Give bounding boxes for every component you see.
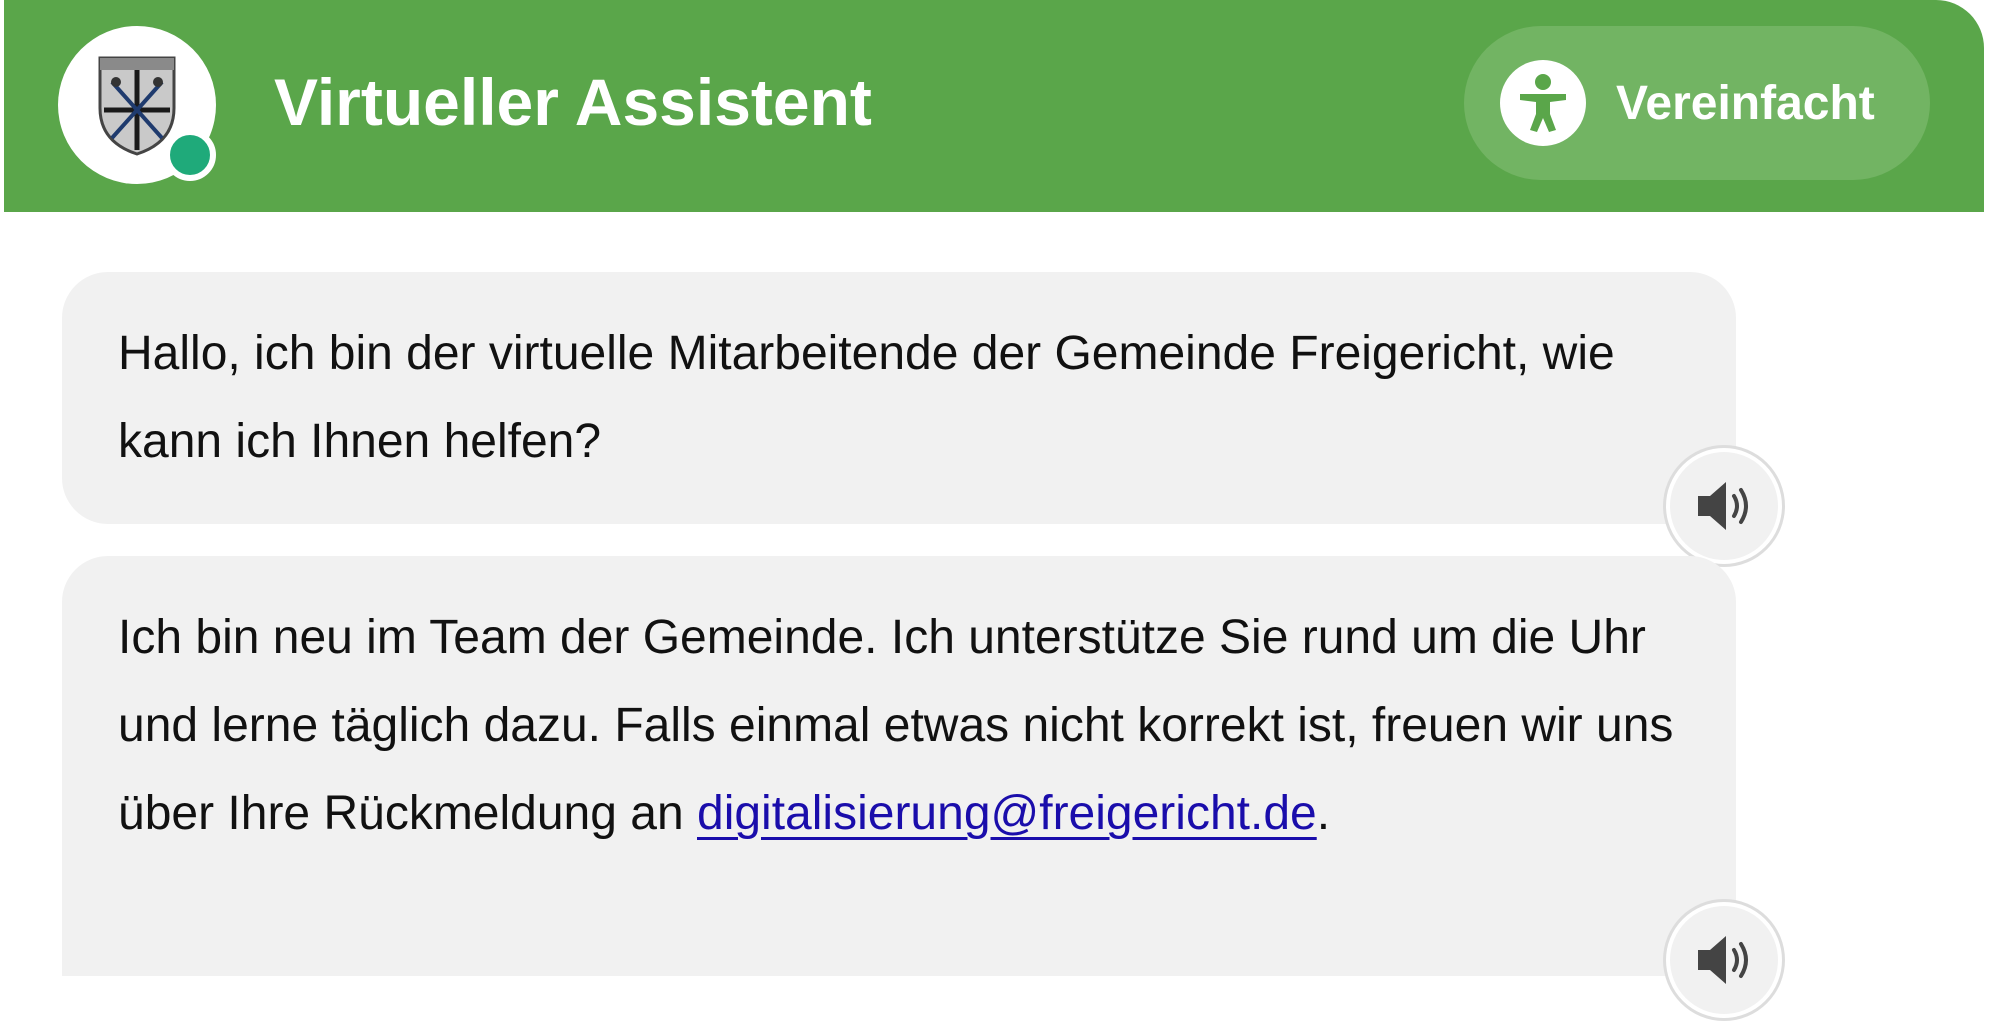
- speaker-icon: [1698, 482, 1748, 530]
- speaker-icon: [1698, 936, 1748, 984]
- message-text: Hallo, ich bin der virtuelle Mitarbeiten…: [118, 327, 1615, 468]
- simplified-mode-button[interactable]: Vereinfacht: [1464, 26, 1930, 180]
- message-text-suffix: .: [1316, 787, 1331, 840]
- read-aloud-button[interactable]: [1666, 902, 1782, 1018]
- simplified-mode-label: Vereinfacht: [1616, 77, 1875, 130]
- chat-title: Virtueller Assistent: [274, 65, 872, 139]
- chat-header: Virtueller Assistent Vereinfacht: [4, 0, 1984, 212]
- online-status-icon: [164, 129, 216, 181]
- assistant-message: Ich bin neu im Team der Gemeinde. Ich un…: [62, 556, 1736, 976]
- read-aloud-button[interactable]: [1666, 448, 1782, 564]
- chat-widget: Virtueller Assistent Vereinfacht Hallo, …: [4, 0, 1984, 1034]
- assistant-message: Hallo, ich bin der virtuelle Mitarbeiten…: [62, 272, 1736, 524]
- accessibility-person-icon: [1500, 60, 1586, 146]
- email-link[interactable]: digitalisierung@freigericht.de: [697, 787, 1317, 840]
